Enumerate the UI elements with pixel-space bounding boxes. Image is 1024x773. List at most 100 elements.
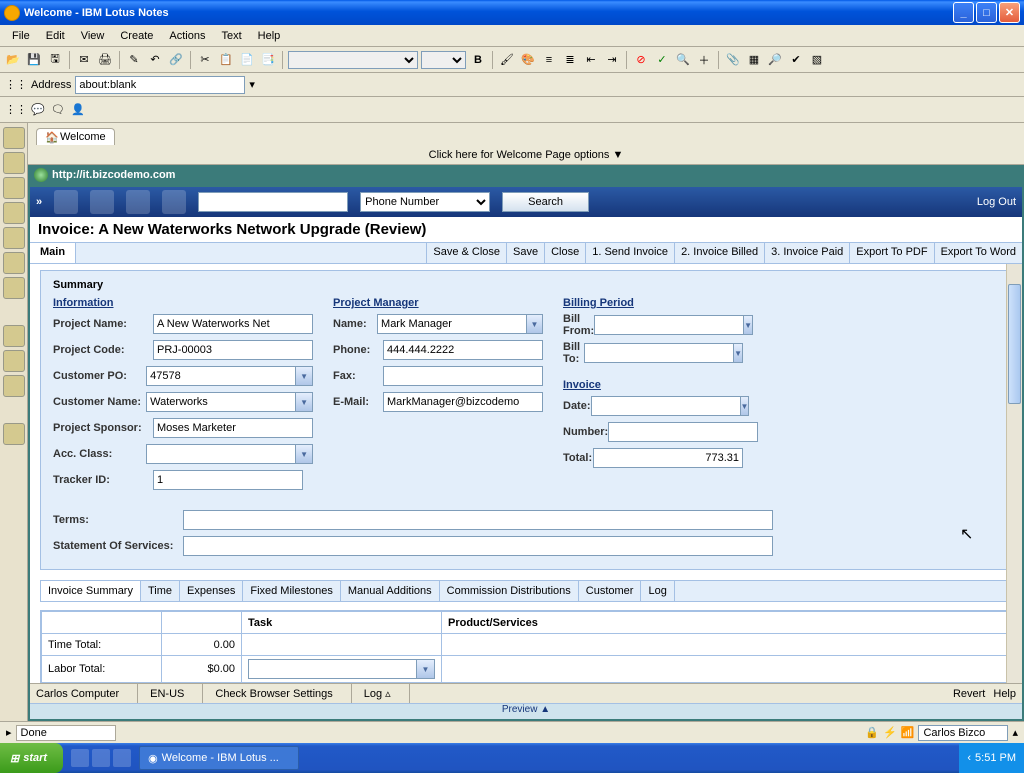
size-select[interactable] [421, 51, 466, 69]
subtab-commission[interactable]: Commission Distributions [440, 581, 579, 601]
minimize-button[interactable]: _ [953, 2, 974, 23]
subtab-fixed-milestones[interactable]: Fixed Milestones [243, 581, 341, 601]
acc-class-input[interactable] [146, 444, 296, 464]
pm-email-input[interactable] [383, 392, 543, 412]
indent-icon[interactable]: ⇥ [603, 51, 621, 69]
action-send-invoice[interactable]: 1. Send Invoice [585, 243, 674, 263]
search-button[interactable]: Search [502, 192, 589, 212]
acc-class-picker[interactable]: ▼ [296, 444, 313, 464]
menu-actions[interactable]: Actions [162, 28, 212, 44]
pm-fax-input[interactable] [383, 366, 543, 386]
taskbar-item-lotus[interactable]: ◉ Welcome - IBM Lotus ... [139, 746, 299, 770]
paste2-icon[interactable]: 📑 [259, 51, 277, 69]
subtab-log[interactable]: Log [641, 581, 674, 601]
save-icon-2[interactable]: 🖫 [46, 51, 64, 69]
action-invoice-billed[interactable]: 2. Invoice Billed [674, 243, 764, 263]
customer-name-input[interactable] [146, 392, 296, 412]
action-export-pdf[interactable]: Export To PDF [849, 243, 933, 263]
flag-icon[interactable]: ▸ [6, 726, 12, 739]
sidebar-fav-icon[interactable] [3, 325, 25, 347]
search-input[interactable] [198, 192, 348, 212]
bill-from-picker[interactable]: ▼ [744, 315, 753, 335]
subtab-manual-additions[interactable]: Manual Additions [341, 581, 440, 601]
numlist-icon[interactable]: ≣ [561, 51, 579, 69]
edit-icon[interactable]: ✎ [125, 51, 143, 69]
subtab-time[interactable]: Time [141, 581, 180, 601]
customer-po-picker[interactable]: ▼ [296, 366, 313, 386]
menu-view[interactable]: View [74, 28, 112, 44]
save-icon[interactable]: 💾 [25, 51, 43, 69]
project-name-input[interactable] [153, 314, 313, 334]
highlight-icon[interactable]: ▧ [808, 51, 826, 69]
person-icon[interactable]: 👤 [69, 101, 87, 119]
status-log[interactable]: Log ▵ [364, 684, 410, 703]
sidebar-db-icon[interactable] [3, 227, 25, 249]
sponsor-input[interactable] [153, 418, 313, 438]
link-icon[interactable]: 🔗 [167, 51, 185, 69]
scrollbar-vertical[interactable] [1006, 264, 1022, 683]
sidebar-todo-icon[interactable] [3, 202, 25, 224]
sidebar-folder-icon[interactable] [3, 375, 25, 397]
quick-ie-icon[interactable] [71, 749, 89, 767]
subtab-expenses[interactable]: Expenses [180, 581, 243, 601]
bold-icon[interactable]: B [469, 51, 487, 69]
inv-number-input[interactable] [608, 422, 758, 442]
open-icon[interactable]: 📂 [4, 51, 22, 69]
signal-icon[interactable]: 📶 [901, 726, 915, 739]
sidebar-contacts-icon[interactable] [3, 177, 25, 199]
status-icon-2[interactable]: ⚡ [883, 726, 897, 739]
nav-icon-3[interactable] [126, 190, 150, 214]
zoom-icon[interactable]: 🔍 [674, 51, 692, 69]
action-export-word[interactable]: Export To Word [934, 243, 1022, 263]
customer-name-picker[interactable]: ▼ [296, 392, 313, 412]
sidebar-trash-icon[interactable] [3, 423, 25, 445]
menu-text[interactable]: Text [214, 28, 248, 44]
clip-icon[interactable]: 📎 [724, 51, 742, 69]
close-button[interactable]: ✕ [999, 2, 1020, 23]
inv-date-input[interactable] [591, 396, 741, 416]
pm-name-picker[interactable]: ▼ [527, 314, 543, 334]
project-code-input[interactable] [153, 340, 313, 360]
search-type-select[interactable]: Phone Number [360, 192, 490, 212]
nav-icon-2[interactable] [90, 190, 114, 214]
plus-icon[interactable]: ＋ [695, 51, 713, 69]
sidebar-world-icon[interactable] [3, 277, 25, 299]
menu-create[interactable]: Create [113, 28, 160, 44]
sidebar-doc-icon[interactable] [3, 350, 25, 372]
find-icon[interactable]: 🔎 [766, 51, 784, 69]
arrow-up-icon[interactable]: ▴ [1012, 726, 1018, 739]
subtab-customer[interactable]: Customer [579, 581, 642, 601]
copy-icon[interactable]: 📋 [217, 51, 235, 69]
chat-icon[interactable]: 💬 [29, 101, 47, 119]
nav-icon-1[interactable] [54, 190, 78, 214]
dropdown-icon[interactable]: ▾ [249, 78, 255, 91]
tab-main[interactable]: Main [30, 243, 76, 263]
quick-mail-icon[interactable] [113, 749, 131, 767]
table-icon[interactable]: ▦ [745, 51, 763, 69]
welcome-options-bar[interactable]: Click here for Welcome Page options ▼ [28, 145, 1024, 165]
mail-icon[interactable]: ✉ [75, 51, 93, 69]
bill-from-input[interactable] [594, 315, 744, 335]
paste-icon[interactable]: 📄 [238, 51, 256, 69]
pm-phone-input[interactable] [383, 340, 543, 360]
tab-welcome[interactable]: 🏠 Welcome [36, 128, 115, 145]
print-icon[interactable]: 🖨 [96, 51, 114, 69]
sos-input[interactable] [183, 536, 773, 556]
start-button[interactable]: ⊞ start [0, 743, 63, 773]
list-icon[interactable]: ≡ [540, 51, 558, 69]
sidebar-app-icon[interactable] [3, 252, 25, 274]
logout-link[interactable]: Log Out [977, 196, 1016, 208]
action-save[interactable]: Save [506, 243, 544, 263]
spell-icon[interactable]: ✔ [787, 51, 805, 69]
inv-date-picker[interactable]: ▼ [741, 396, 750, 416]
bubble-icon[interactable]: 🗨 [49, 101, 67, 119]
preview-bar[interactable]: Preview ▲ [30, 703, 1022, 719]
scroll-thumb[interactable] [1008, 284, 1021, 404]
customer-po-input[interactable] [146, 366, 296, 386]
nav-icon-4[interactable] [162, 190, 186, 214]
menu-help[interactable]: Help [251, 28, 288, 44]
terms-input[interactable] [183, 510, 773, 530]
tray-icon[interactable]: ‹ [967, 752, 971, 764]
expand-icon[interactable]: » [36, 196, 42, 208]
outdent-icon[interactable]: ⇤ [582, 51, 600, 69]
